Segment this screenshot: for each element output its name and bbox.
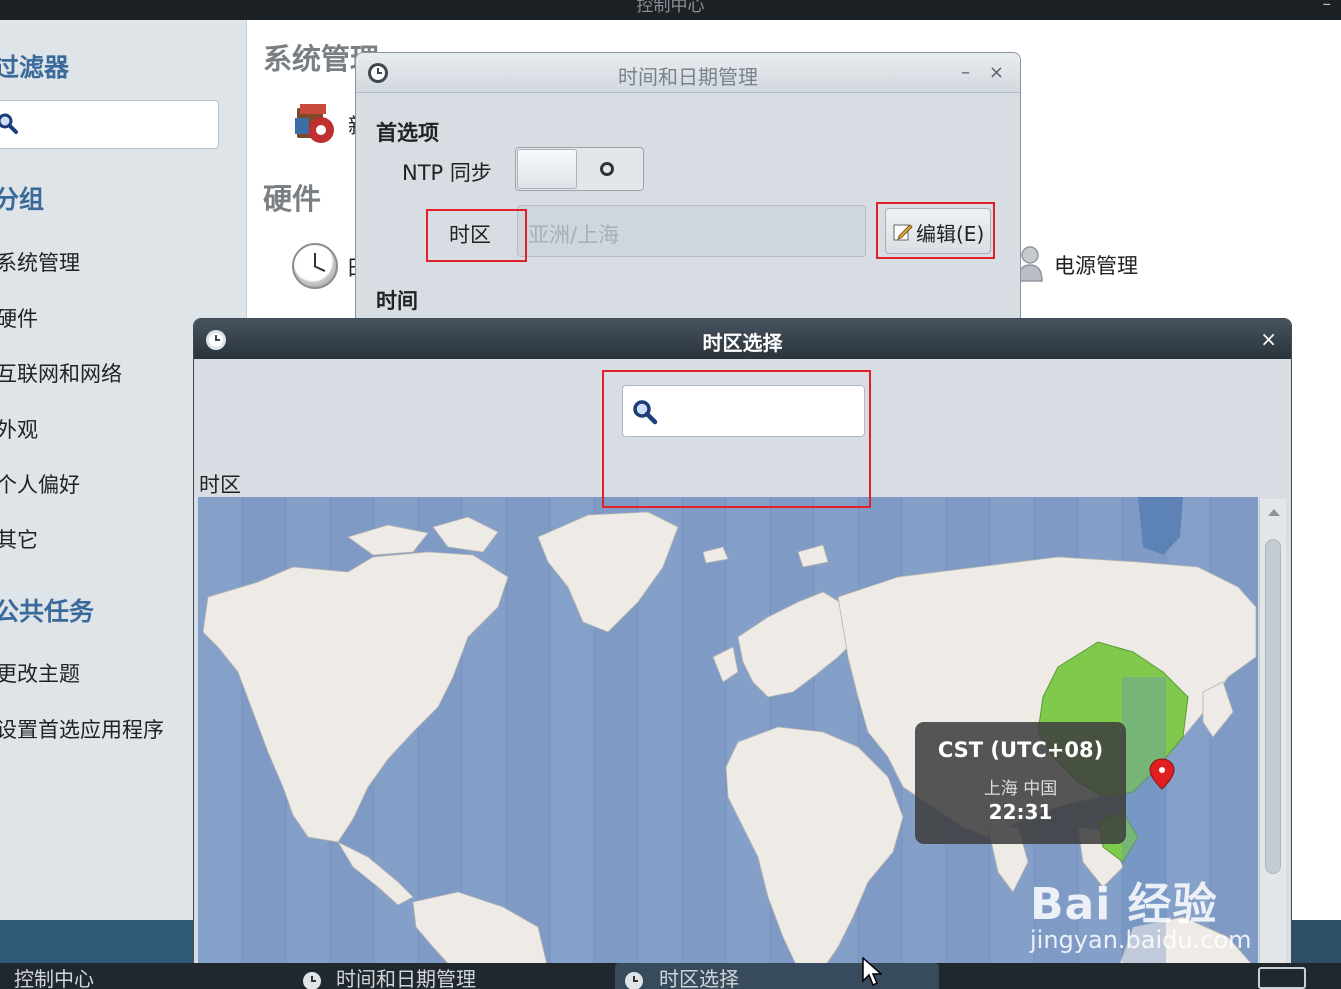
groups-heading: 分组 xyxy=(0,185,45,214)
timezone-field: 亚洲/上海 xyxy=(517,205,866,257)
tooltip-time: 22:31 xyxy=(988,800,1053,824)
taskbar-item-label: 控制中心 xyxy=(14,967,94,989)
annotation-box-search xyxy=(602,370,871,508)
timezone-tooltip: CST (UTC+08) 上海 中国 22:31 xyxy=(915,722,1126,844)
tasks-heading: 公共任务 xyxy=(0,597,95,626)
tooltip-zone: CST (UTC+08) xyxy=(937,738,1104,762)
dialog-title-bar: 时间和日期管理 – × xyxy=(356,53,1020,93)
filter-search-input[interactable] xyxy=(0,100,219,149)
window-title: 控制中心 xyxy=(636,0,705,16)
map-scrollbar[interactable] xyxy=(1259,499,1286,967)
tooltip-location: 上海 中国 xyxy=(983,779,1058,799)
time-heading: 时间 xyxy=(376,289,418,313)
sidebar-item-preferences[interactable]: 个人偏好 xyxy=(0,469,80,499)
clock-icon xyxy=(303,972,321,989)
clock-icon[interactable] xyxy=(292,243,338,289)
window-title-bar: 控制中心 – xyxy=(0,0,1341,20)
date-time-dialog: 时间和日期管理 – × 首选项 NTP 同步 时区 亚洲/上海 编辑(E) 时间 xyxy=(355,52,1021,322)
sidebar-item-appearance[interactable]: 外观 xyxy=(0,414,38,444)
taskbar-item-label: 时区选择 xyxy=(659,967,739,989)
show-desktop-icon[interactable] xyxy=(1258,967,1306,989)
sidebar-item-other[interactable]: 其它 xyxy=(0,524,38,554)
sidebar-item-system[interactable]: 系统管理 xyxy=(0,247,80,277)
sidebar-item-hardware[interactable]: 硬件 xyxy=(0,303,38,333)
minimize-icon[interactable]: – xyxy=(1323,0,1332,13)
package-icon[interactable] xyxy=(291,98,339,146)
sidebar-item-network[interactable]: 互联网和网络 xyxy=(0,358,122,388)
task-preferred-apps[interactable]: 设置首选应用程序 xyxy=(0,714,164,744)
toggle-knob xyxy=(517,149,577,189)
taskbar-item-date-time[interactable]: 时间和日期管理 xyxy=(302,963,602,989)
power-management-label[interactable]: 电源管理 xyxy=(1054,250,1138,280)
close-button[interactable]: × xyxy=(989,62,1004,83)
watermark-url: jingyan.baidu.com xyxy=(1030,926,1252,954)
taskbar-item-control-center[interactable]: 控制中心 xyxy=(0,963,196,989)
minimize-button[interactable]: – xyxy=(961,62,970,83)
baidu-watermark: Bai 经验 jingyan.baidu.com xyxy=(1030,868,1251,954)
taskbar-item-timezone[interactable]: 时区选择 xyxy=(615,963,939,989)
search-icon xyxy=(0,113,18,134)
off-indicator-icon xyxy=(600,162,614,176)
taskbar: 控制中心 时间和日期管理 时区选择 xyxy=(0,963,1341,989)
dialog-title: 时区选择 xyxy=(702,331,783,355)
timezone-section-label: 时区 xyxy=(199,473,241,497)
clock-icon xyxy=(625,972,643,989)
ntp-label: NTP 同步 xyxy=(402,161,492,185)
scrollbar-thumb[interactable] xyxy=(1265,539,1281,874)
watermark-brand: Bai 经验 xyxy=(1030,879,1218,930)
preferences-heading: 首选项 xyxy=(376,121,439,145)
taskbar-item-label: 时间和日期管理 xyxy=(336,967,476,989)
dialog-title: 时间和日期管理 xyxy=(618,65,758,89)
annotation-box-edit xyxy=(876,202,995,259)
annotation-box-timezone xyxy=(426,209,527,262)
task-change-theme[interactable]: 更改主题 xyxy=(0,658,80,688)
scroll-up-icon[interactable] xyxy=(1268,509,1280,516)
desktop-background-right xyxy=(1292,920,1341,963)
dialog-title-bar: 时区选择 × xyxy=(194,319,1291,359)
section-hardware: 硬件 xyxy=(263,182,322,216)
desktop-background xyxy=(0,920,193,963)
close-button[interactable]: × xyxy=(1260,327,1277,351)
mouse-cursor-icon xyxy=(862,957,882,987)
ntp-toggle[interactable] xyxy=(515,147,644,191)
filter-heading: 过滤器 xyxy=(0,53,70,82)
